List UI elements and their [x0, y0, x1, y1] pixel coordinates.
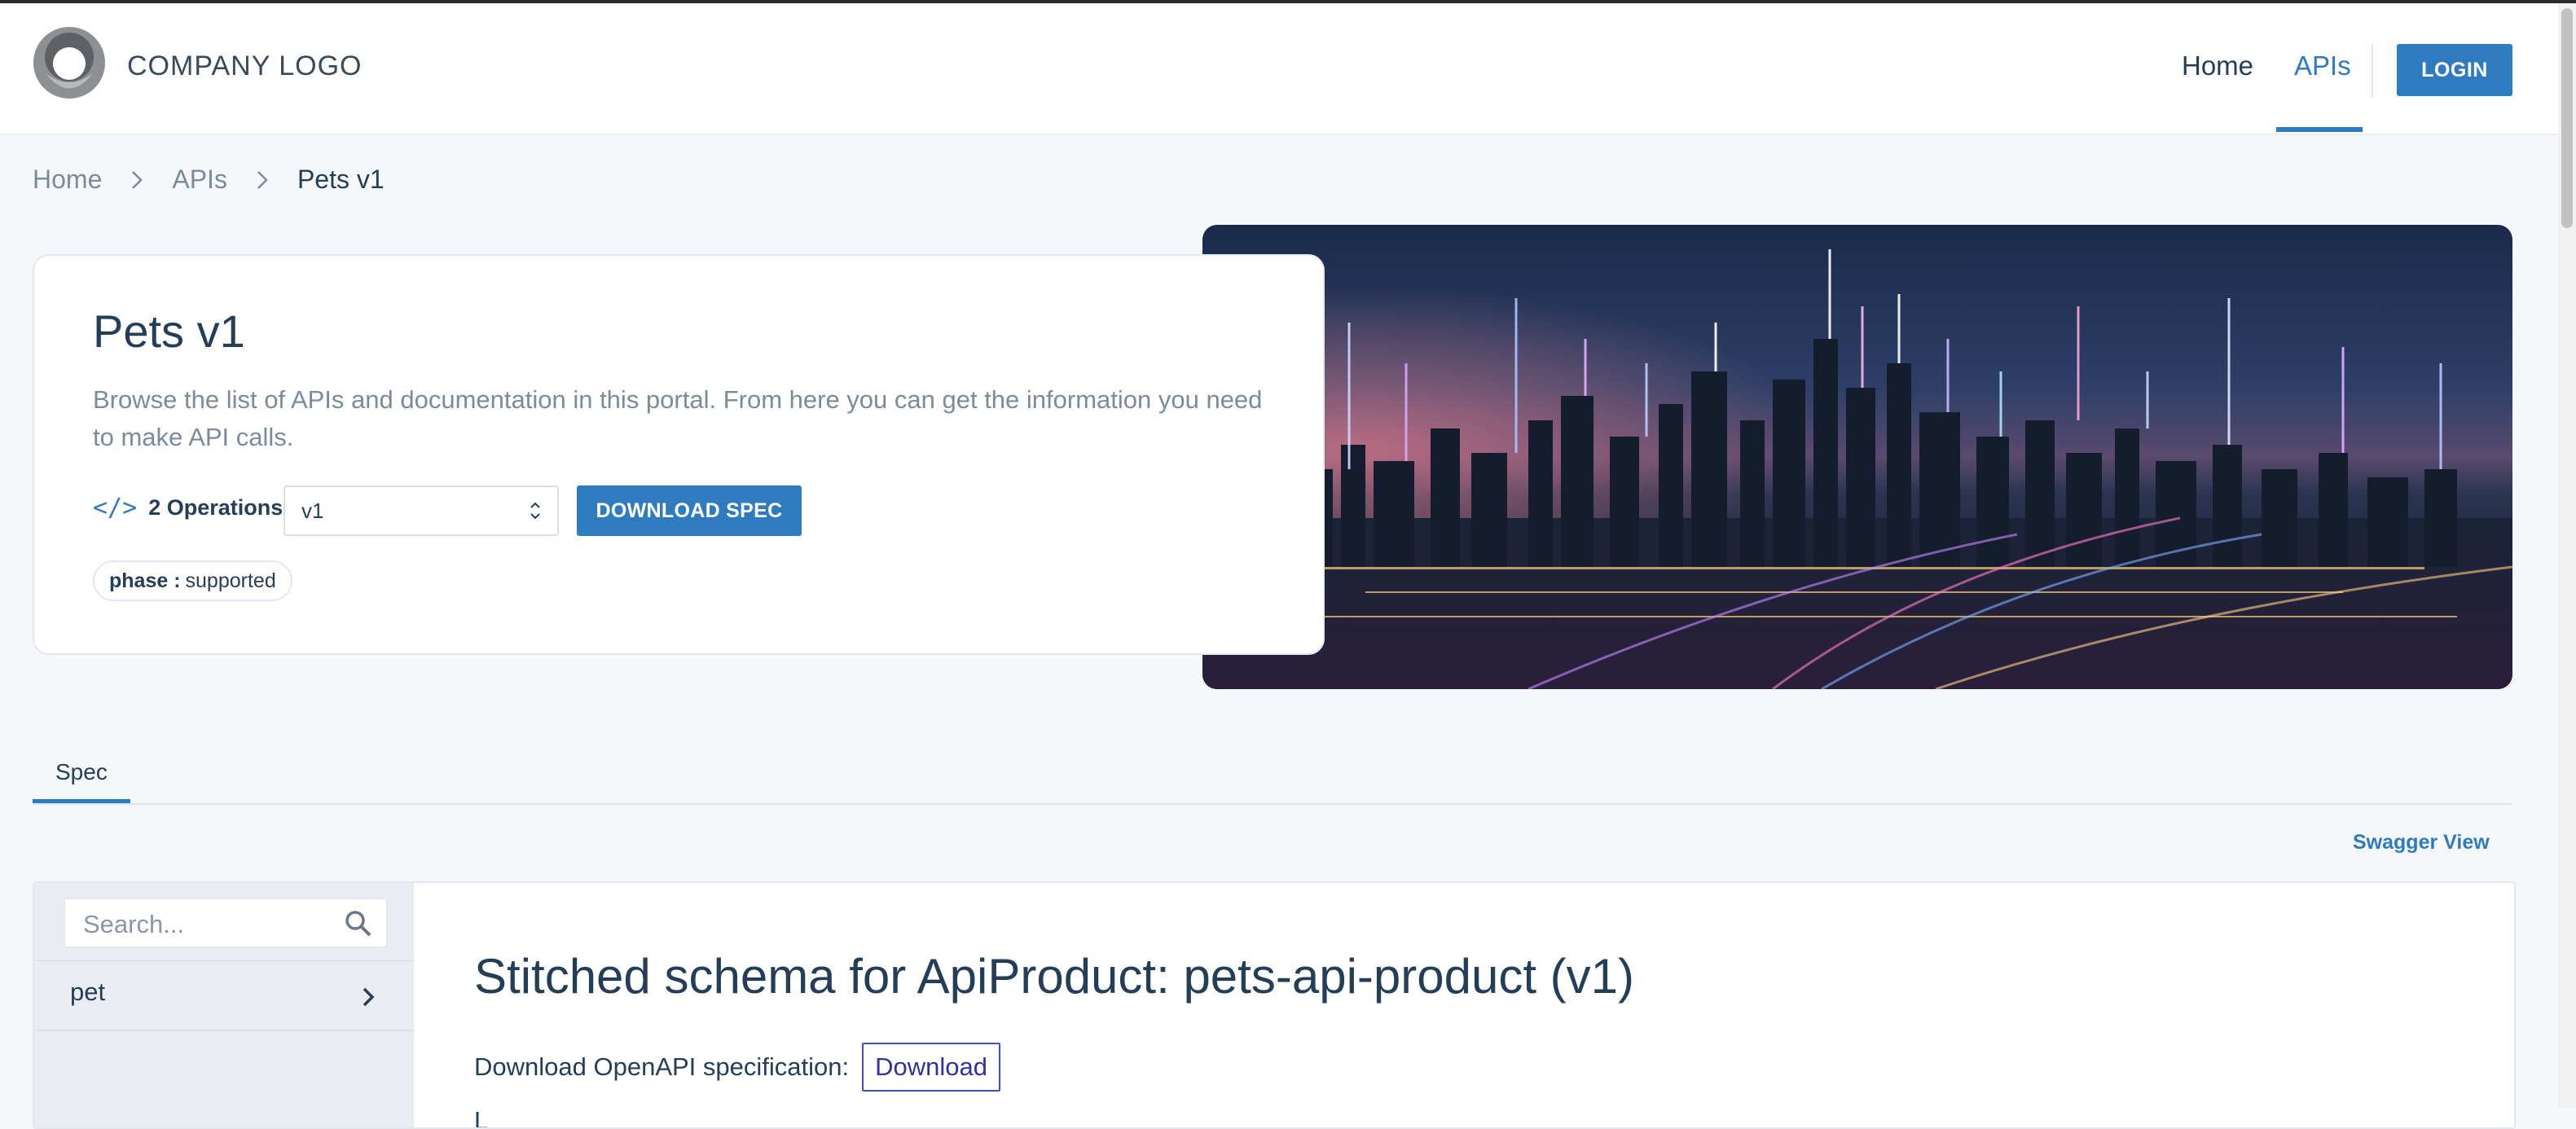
cut-off-text: L — [474, 1106, 489, 1129]
operations-label: 2 Operations — [148, 495, 284, 520]
chevron-right-icon — [132, 170, 143, 189]
phase-key: phase : — [109, 569, 181, 592]
phase-value: supported — [185, 569, 276, 592]
site-header: COMPANY LOGO Home APIs LOGIN — [0, 3, 2558, 135]
version-selected-value: v1 — [301, 498, 324, 523]
tab-spec[interactable]: Spec — [55, 759, 108, 785]
code-icon: </> — [93, 494, 138, 522]
tabs-divider — [33, 803, 2512, 805]
scrollbar-thumb[interactable] — [2561, 8, 2573, 228]
company-logo-icon[interactable] — [33, 26, 106, 99]
api-description: Browse the list of APIs and documentatio… — [93, 385, 1263, 451]
nav-apis-link[interactable]: APIs — [2294, 51, 2351, 81]
nav-home-link[interactable]: Home — [2182, 51, 2253, 81]
api-title: Pets v1 — [93, 305, 245, 357]
nav-divider — [2372, 44, 2373, 98]
operations-count: </> 2 Operations — [93, 494, 283, 522]
api-summary-card: Pets v1 Browse the list of APIs and docu… — [33, 254, 1325, 655]
search-icon[interactable] — [344, 909, 373, 938]
breadcrumb-apis[interactable]: APIs — [172, 165, 227, 195]
chevron-updown-icon — [530, 502, 540, 520]
docs-heading: Stitched schema for ApiProduct: pets-api… — [474, 949, 1635, 1004]
version-select[interactable]: v1 — [284, 485, 559, 536]
breadcrumb-home[interactable]: Home — [33, 165, 102, 195]
nav-active-indicator — [2276, 127, 2363, 132]
phase-badge: phase : supported — [93, 560, 292, 601]
hero-city-image — [1202, 225, 2512, 689]
download-spec-button[interactable]: DOWNLOAD SPEC — [577, 485, 802, 536]
sidebar-item-pet[interactable]: pet — [34, 960, 414, 1031]
chevron-right-icon — [363, 987, 375, 1007]
breadcrumb-current: Pets v1 — [297, 165, 385, 194]
download-openapi-label: Download OpenAPI specification: — [474, 1052, 850, 1081]
city-skyline-image — [1202, 225, 2512, 689]
breadcrumb: Home APIs Pets v1 — [33, 165, 385, 195]
download-openapi-row: Download OpenAPI specification: Download — [474, 1043, 1000, 1092]
company-logo-text[interactable]: COMPANY LOGO — [127, 51, 362, 82]
login-button[interactable]: LOGIN — [2397, 44, 2512, 96]
api-docs-panel: pet Stitched schema for ApiProduct: pets… — [33, 881, 2516, 1129]
download-openapi-button[interactable]: Download — [862, 1043, 1000, 1092]
swagger-view-link[interactable]: Swagger View — [2353, 831, 2490, 854]
search-input[interactable] — [81, 907, 329, 942]
search-box[interactable] — [64, 898, 388, 948]
docs-sidebar: pet — [34, 883, 414, 1127]
chevron-right-icon — [257, 170, 268, 189]
sidebar-item-label: pet — [70, 977, 106, 1006]
